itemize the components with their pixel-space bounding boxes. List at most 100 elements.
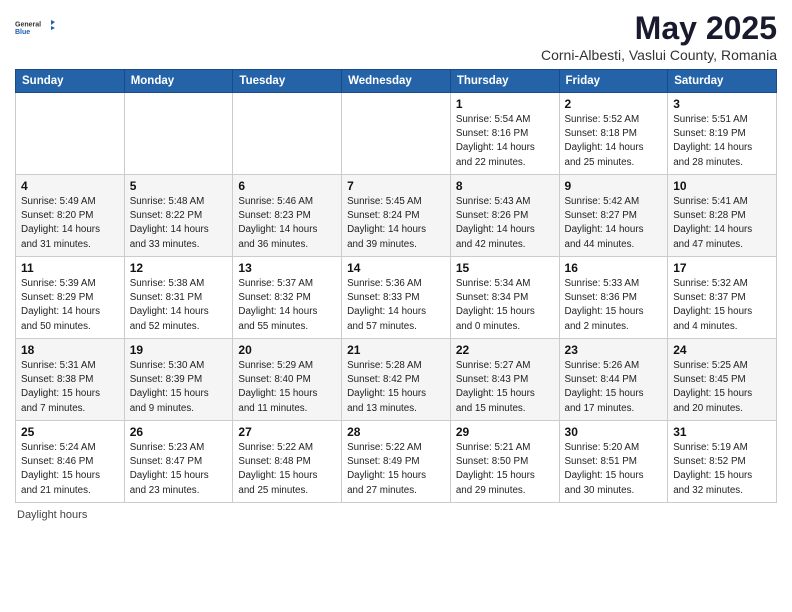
- day-header-saturday: Saturday: [668, 70, 777, 93]
- header: General Blue May 2025 Corni-Albesti, Vas…: [15, 10, 777, 63]
- day-info: Sunrise: 5:39 AM Sunset: 8:29 PM Dayligh…: [21, 277, 119, 334]
- calendar-cell: 3 Sunrise: 5:51 AM Sunset: 8:19 PM Daylig…: [668, 93, 777, 175]
- day-number: 26: [130, 425, 228, 439]
- day-number: 18: [21, 343, 119, 357]
- day-info: Sunrise: 5:34 AM Sunset: 8:34 PM Dayligh…: [456, 277, 554, 334]
- day-info: Sunrise: 5:45 AM Sunset: 8:24 PM Dayligh…: [347, 195, 445, 252]
- day-info: Sunrise: 5:51 AM Sunset: 8:19 PM Dayligh…: [673, 113, 771, 170]
- day-info: Sunrise: 5:52 AM Sunset: 8:18 PM Dayligh…: [565, 113, 663, 170]
- day-number: 13: [238, 261, 336, 275]
- calendar-table: SundayMondayTuesdayWednesdayThursdayFrid…: [15, 69, 777, 503]
- footer-text: Daylight hours: [17, 509, 87, 521]
- calendar-cell: 25Sunrise: 5:24 AM Sunset: 8:46 PM Dayli…: [16, 421, 125, 503]
- calendar-cell: 14Sunrise: 5:36 AM Sunset: 8:33 PM Dayli…: [342, 257, 451, 339]
- calendar-cell: 15 Sunrise: 5:34 AM Sunset: 8:34 PM Dayli…: [450, 257, 559, 339]
- calendar-cell: 5 Sunrise: 5:48 AM Sunset: 8:22 PM Daylig…: [124, 175, 233, 257]
- day-info: Sunrise: 5:46 AM Sunset: 8:23 PM Dayligh…: [238, 195, 336, 252]
- day-number: 21: [347, 343, 445, 357]
- day-info: Sunrise: 5:29 AM Sunset: 8:40 PM Dayligh…: [238, 359, 336, 416]
- day-number: 10: [673, 179, 771, 193]
- calendar-cell: [233, 93, 342, 175]
- day-number: 5: [130, 179, 228, 193]
- calendar-cell: 12 Sunrise: 5:38 AM Sunset: 8:31 PM Dayli…: [124, 257, 233, 339]
- day-info: Sunrise: 5:28 AM Sunset: 8:42 PM Dayligh…: [347, 359, 445, 416]
- calendar-cell: 26 Sunrise: 5:23 AM Sunset: 8:47 PM Dayli…: [124, 421, 233, 503]
- day-number: 22: [456, 343, 554, 357]
- day-number: 3: [673, 97, 771, 111]
- logo: General Blue: [15, 10, 55, 46]
- calendar-week-2: 4 Sunrise: 5:49 AM Sunset: 8:20 PM Daylig…: [16, 175, 777, 257]
- day-info: Sunrise: 5:42 AM Sunset: 8:27 PM Dayligh…: [565, 195, 663, 252]
- day-number: 28: [347, 425, 445, 439]
- calendar-cell: 17Sunrise: 5:32 AM Sunset: 8:37 PM Dayli…: [668, 257, 777, 339]
- calendar-cell: 29 Sunrise: 5:21 AM Sunset: 8:50 PM Dayli…: [450, 421, 559, 503]
- day-number: 9: [565, 179, 663, 193]
- day-info: Sunrise: 5:23 AM Sunset: 8:47 PM Dayligh…: [130, 441, 228, 498]
- title-block: May 2025 Corni-Albesti, Vaslui County, R…: [541, 10, 777, 63]
- day-info: Sunrise: 5:38 AM Sunset: 8:31 PM Dayligh…: [130, 277, 228, 334]
- day-number: 30: [565, 425, 663, 439]
- calendar-location: Corni-Albesti, Vaslui County, Romania: [541, 47, 777, 63]
- calendar-week-5: 25Sunrise: 5:24 AM Sunset: 8:46 PM Dayli…: [16, 421, 777, 503]
- day-number: 16: [565, 261, 663, 275]
- day-info: Sunrise: 5:20 AM Sunset: 8:51 PM Dayligh…: [565, 441, 663, 498]
- calendar-cell: 27 Sunrise: 5:22 AM Sunset: 8:48 PM Dayli…: [233, 421, 342, 503]
- day-info: Sunrise: 5:32 AM Sunset: 8:37 PM Dayligh…: [673, 277, 771, 334]
- day-info: Sunrise: 5:27 AM Sunset: 8:43 PM Dayligh…: [456, 359, 554, 416]
- day-info: Sunrise: 5:48 AM Sunset: 8:22 PM Dayligh…: [130, 195, 228, 252]
- calendar-cell: 11 Sunrise: 5:39 AM Sunset: 8:29 PM Dayli…: [16, 257, 125, 339]
- logo-svg: General Blue: [15, 10, 55, 46]
- day-number: 1: [456, 97, 554, 111]
- calendar-cell: 22 Sunrise: 5:27 AM Sunset: 8:43 PM Dayli…: [450, 339, 559, 421]
- day-number: 8: [456, 179, 554, 193]
- day-number: 20: [238, 343, 336, 357]
- day-number: 7: [347, 179, 445, 193]
- day-number: 24: [673, 343, 771, 357]
- day-info: Sunrise: 5:49 AM Sunset: 8:20 PM Dayligh…: [21, 195, 119, 252]
- day-number: 15: [456, 261, 554, 275]
- calendar-week-4: 18Sunrise: 5:31 AM Sunset: 8:38 PM Dayli…: [16, 339, 777, 421]
- calendar-cell: 23Sunrise: 5:26 AM Sunset: 8:44 PM Dayli…: [559, 339, 668, 421]
- svg-text:General: General: [15, 22, 41, 29]
- calendar-cell: 10Sunrise: 5:41 AM Sunset: 8:28 PM Dayli…: [668, 175, 777, 257]
- calendar-cell: 19Sunrise: 5:30 AM Sunset: 8:39 PM Dayli…: [124, 339, 233, 421]
- calendar-cell: 28Sunrise: 5:22 AM Sunset: 8:49 PM Dayli…: [342, 421, 451, 503]
- day-number: 27: [238, 425, 336, 439]
- day-number: 23: [565, 343, 663, 357]
- calendar-week-1: 1 Sunrise: 5:54 AM Sunset: 8:16 PM Daylig…: [16, 93, 777, 175]
- calendar-cell: 1 Sunrise: 5:54 AM Sunset: 8:16 PM Daylig…: [450, 93, 559, 175]
- page: General Blue May 2025 Corni-Albesti, Vas…: [0, 0, 792, 612]
- day-header-wednesday: Wednesday: [342, 70, 451, 93]
- day-number: 12: [130, 261, 228, 275]
- day-number: 6: [238, 179, 336, 193]
- day-number: 19: [130, 343, 228, 357]
- day-info: Sunrise: 5:22 AM Sunset: 8:48 PM Dayligh…: [238, 441, 336, 498]
- calendar-week-3: 11 Sunrise: 5:39 AM Sunset: 8:29 PM Dayli…: [16, 257, 777, 339]
- day-info: Sunrise: 5:54 AM Sunset: 8:16 PM Dayligh…: [456, 113, 554, 170]
- calendar-cell: 21 Sunrise: 5:28 AM Sunset: 8:42 PM Dayli…: [342, 339, 451, 421]
- day-number: 31: [673, 425, 771, 439]
- calendar-cell: 4 Sunrise: 5:49 AM Sunset: 8:20 PM Daylig…: [16, 175, 125, 257]
- calendar-title: May 2025: [541, 10, 777, 47]
- calendar-cell: [342, 93, 451, 175]
- day-info: Sunrise: 5:19 AM Sunset: 8:52 PM Dayligh…: [673, 441, 771, 498]
- calendar-cell: 18Sunrise: 5:31 AM Sunset: 8:38 PM Dayli…: [16, 339, 125, 421]
- calendar-cell: 24Sunrise: 5:25 AM Sunset: 8:45 PM Dayli…: [668, 339, 777, 421]
- calendar-cell: 13Sunrise: 5:37 AM Sunset: 8:32 PM Dayli…: [233, 257, 342, 339]
- day-info: Sunrise: 5:33 AM Sunset: 8:36 PM Dayligh…: [565, 277, 663, 334]
- day-number: 29: [456, 425, 554, 439]
- svg-text:Blue: Blue: [15, 29, 30, 36]
- footer: Daylight hours: [15, 509, 777, 521]
- calendar-cell: 20 Sunrise: 5:29 AM Sunset: 8:40 PM Dayli…: [233, 339, 342, 421]
- calendar-cell: 9 Sunrise: 5:42 AM Sunset: 8:27 PM Daylig…: [559, 175, 668, 257]
- day-number: 14: [347, 261, 445, 275]
- day-header-monday: Monday: [124, 70, 233, 93]
- day-header-thursday: Thursday: [450, 70, 559, 93]
- calendar-cell: 2 Sunrise: 5:52 AM Sunset: 8:18 PM Daylig…: [559, 93, 668, 175]
- calendar-cell: [124, 93, 233, 175]
- day-number: 11: [21, 261, 119, 275]
- day-number: 4: [21, 179, 119, 193]
- day-number: 2: [565, 97, 663, 111]
- day-header-row: SundayMondayTuesdayWednesdayThursdayFrid…: [16, 70, 777, 93]
- day-info: Sunrise: 5:21 AM Sunset: 8:50 PM Dayligh…: [456, 441, 554, 498]
